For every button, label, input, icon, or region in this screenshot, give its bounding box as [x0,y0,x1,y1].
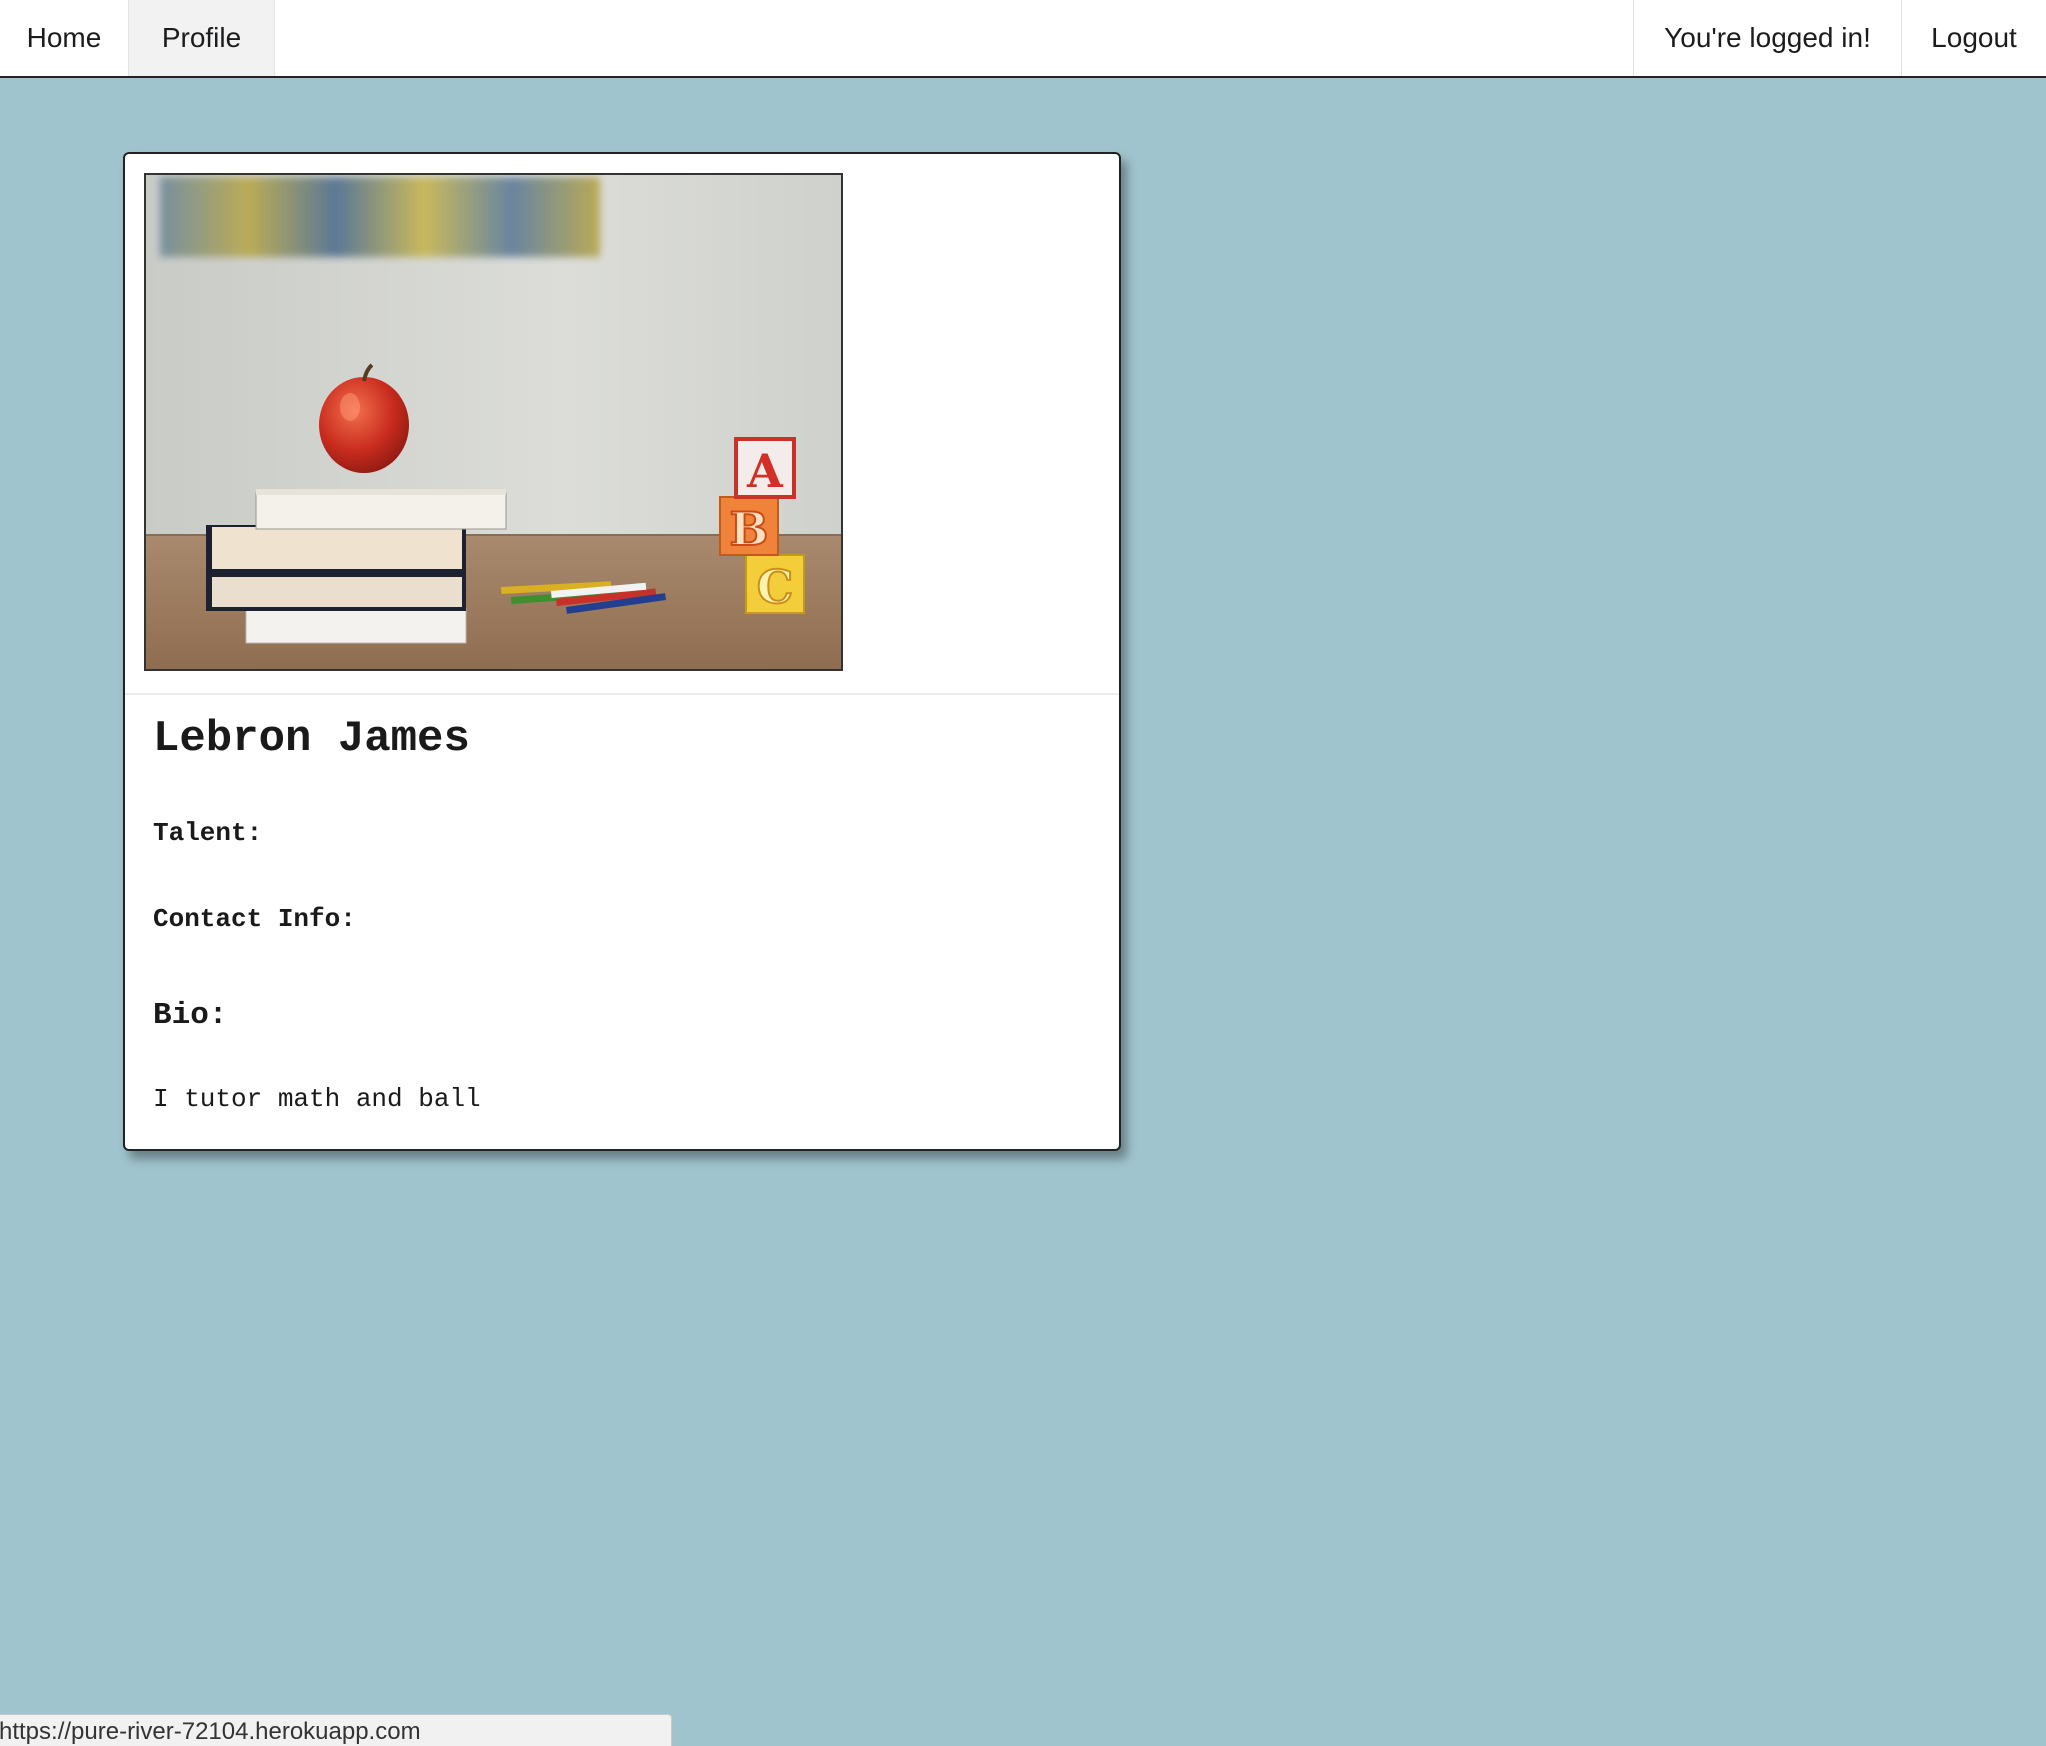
contact-info-label: Contact Info: [153,904,356,934]
top-navbar: Home Profile You're logged in! Logout [0,0,2046,78]
bio-text: I tutor math and ball [153,1084,481,1114]
card-divider [125,693,1119,695]
profile-photo-illustration: C B A [146,175,841,669]
profile-image: C B A [144,173,843,671]
bio-label: Bio: [153,998,228,1033]
svg-text:A: A [746,444,784,498]
nav-profile-link[interactable]: Profile [129,0,275,76]
link-status-bar: https://pure-river-72104.herokuapp.com [0,1714,672,1746]
nav-home-link[interactable]: Home [0,0,129,76]
login-status-text: You're logged in! [1633,0,1901,76]
profile-card: C B A Lebron James Talent: Contact Info:… [123,152,1121,1151]
talent-label: Talent: [153,818,263,848]
svg-text:C: C [757,560,794,614]
svg-text:B: B [730,502,769,556]
nav-logout-link[interactable]: Logout [1901,0,2046,76]
profile-name: Lebron James [153,714,470,764]
